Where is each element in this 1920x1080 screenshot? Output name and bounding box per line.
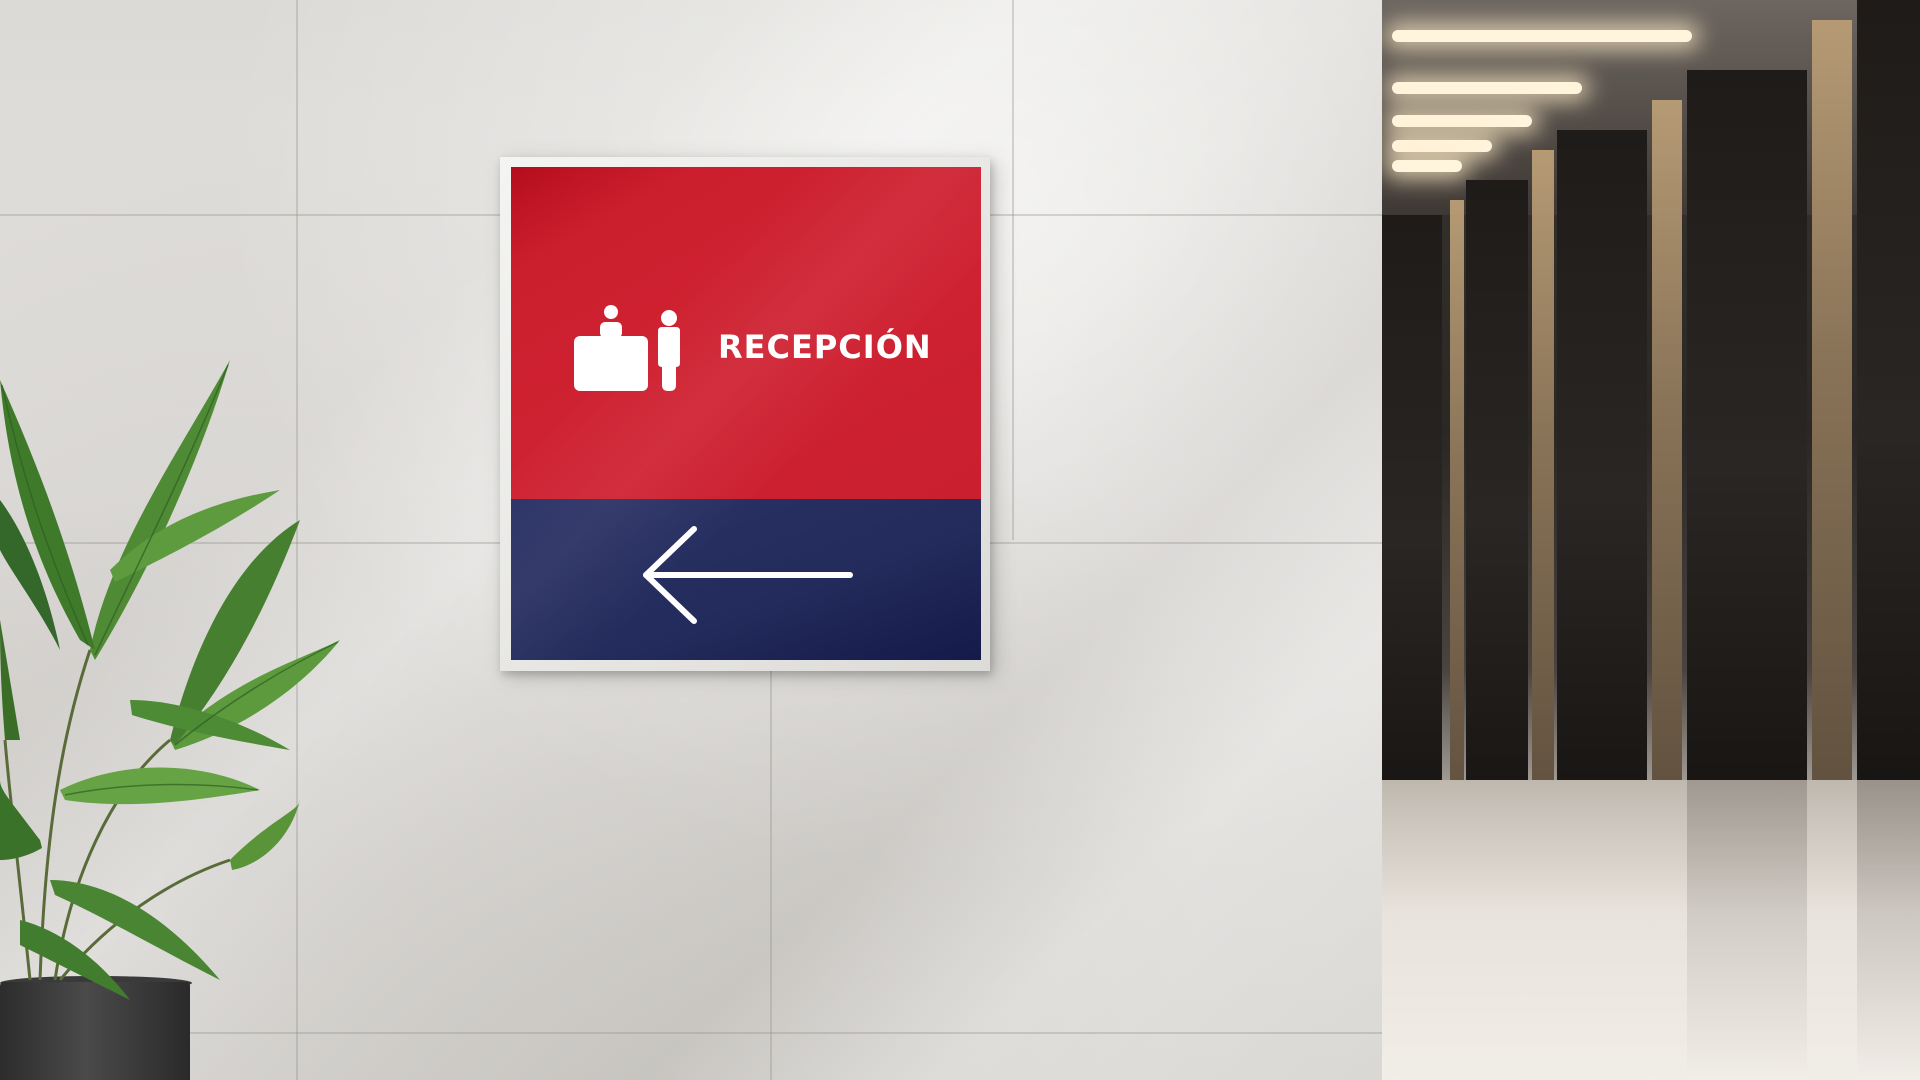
ceiling-light [1392, 82, 1582, 94]
corridor-lit-pillar [1532, 150, 1554, 850]
corridor-lit-pillar [1812, 20, 1852, 850]
ceiling-light [1392, 115, 1532, 127]
sign-label: RECEPCIÓN [718, 328, 932, 366]
floor-reflection [1857, 780, 1920, 1080]
corridor [1382, 0, 1920, 1080]
corridor-floor [1382, 780, 1920, 1080]
corridor-wall-panel [1466, 180, 1528, 860]
ceiling-light [1392, 140, 1492, 152]
scene: RECEPCIÓN [0, 0, 1920, 1080]
wall-tile-seam [1012, 0, 1014, 540]
corridor-lit-pillar [1652, 100, 1682, 850]
potted-plant [0, 360, 340, 1000]
corridor-wall-panel [1382, 215, 1442, 860]
ceiling-light [1392, 30, 1692, 42]
ceiling-light [1392, 160, 1462, 172]
floor-reflection [1687, 780, 1807, 1080]
corridor-wall-panel [1857, 0, 1920, 860]
corridor-lit-pillar [1450, 200, 1464, 850]
arrow-left-icon [643, 526, 853, 624]
corridor-wall-panel [1687, 70, 1807, 860]
corridor-wall-panel [1557, 130, 1647, 860]
reception-desk-icon [574, 305, 680, 391]
